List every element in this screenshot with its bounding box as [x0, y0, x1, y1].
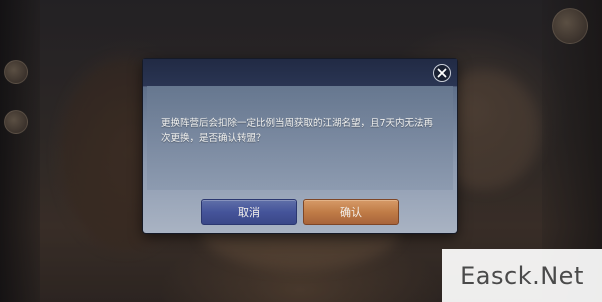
confirm-button[interactable]: 确认	[303, 199, 399, 225]
dialog-message: 更换阵营后会扣除一定比例当周获取的江湖名望，且7天内无法再次更换，是否确认转盟？	[161, 118, 434, 144]
close-icon	[437, 68, 447, 78]
confirm-dialog: 更换阵营后会扣除一定比例当周获取的江湖名望，且7天内无法再次更换，是否确认转盟？…	[143, 59, 457, 233]
cancel-button[interactable]: 取消	[201, 199, 297, 225]
watermark-text: Easck.Net	[460, 261, 584, 290]
message-panel: 更换阵营后会扣除一定比例当周获取的江湖名望，且7天内无法再次更换，是否确认转盟？	[147, 86, 453, 190]
watermark: Easck.Net	[442, 249, 602, 302]
dialog-header	[143, 59, 457, 87]
close-button[interactable]	[433, 64, 451, 82]
